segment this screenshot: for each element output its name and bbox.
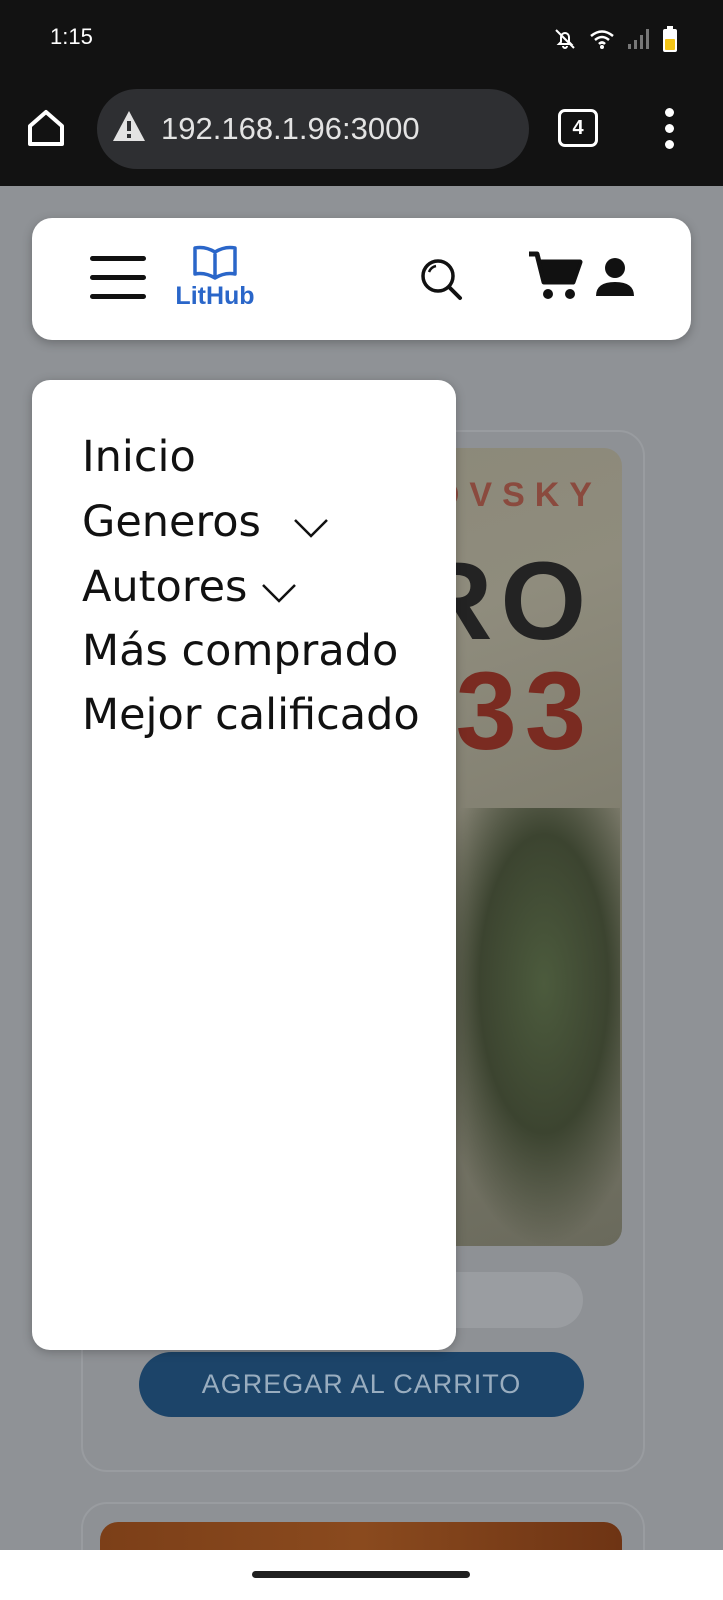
- browser-toolbar: 192.168.1.96:3000 4: [0, 80, 723, 186]
- wifi-icon: [589, 28, 615, 50]
- menu-icon[interactable]: [90, 256, 146, 300]
- cover-author: OVSKY: [432, 476, 602, 514]
- nav-item-label: Más comprado: [82, 626, 399, 676]
- nav-item-autores[interactable]: Autores: [82, 562, 297, 615]
- nav-item-label: Autores: [82, 562, 248, 612]
- logo-text: LitHub: [175, 282, 255, 310]
- warning-icon[interactable]: [111, 109, 147, 147]
- nav-item-label: Inicio: [82, 432, 196, 482]
- bell-off-icon: [553, 27, 577, 51]
- home-icon[interactable]: [24, 106, 74, 156]
- chevron-down-icon[interactable]: [261, 565, 297, 615]
- cover-title-line-2: 33: [455, 650, 594, 773]
- more-vert-icon[interactable]: [665, 108, 675, 149]
- nav-item-label: Generos: [82, 497, 261, 547]
- logo[interactable]: LitHub: [170, 244, 260, 311]
- chevron-down-icon[interactable]: [293, 500, 329, 550]
- nav-item-inicio[interactable]: Inicio: [82, 432, 196, 482]
- nav-item-generos[interactable]: Generos: [82, 497, 329, 550]
- user-icon[interactable]: [594, 256, 636, 302]
- battery-icon: [663, 26, 677, 52]
- cover-figure: [430, 808, 620, 1246]
- url-bar[interactable]: 192.168.1.96:3000: [97, 89, 529, 169]
- nav-item-mejor-calificado[interactable]: Mejor calificado: [82, 690, 420, 740]
- nav-item-mas-comprado[interactable]: Más comprado: [82, 626, 398, 676]
- status-icons: [553, 26, 677, 52]
- status-time: 1:15: [50, 24, 93, 49]
- tabs-icon[interactable]: 4: [558, 109, 598, 147]
- cart-icon[interactable]: [527, 250, 583, 306]
- signal-icon: [627, 28, 651, 50]
- add-to-cart-button[interactable]: AGREGAR AL CARRITO: [139, 1352, 584, 1417]
- search-icon[interactable]: [418, 256, 466, 308]
- nav-item-label: Mejor calificado: [82, 690, 420, 740]
- url-text[interactable]: 192.168.1.96:3000: [161, 111, 420, 147]
- gesture-handle[interactable]: [252, 1571, 470, 1578]
- site-header: LitHub: [32, 218, 691, 340]
- status-bar: 1:15: [0, 0, 723, 80]
- nav-drawer: Inicio Generos Autores Más comprado Mejo…: [32, 380, 456, 1350]
